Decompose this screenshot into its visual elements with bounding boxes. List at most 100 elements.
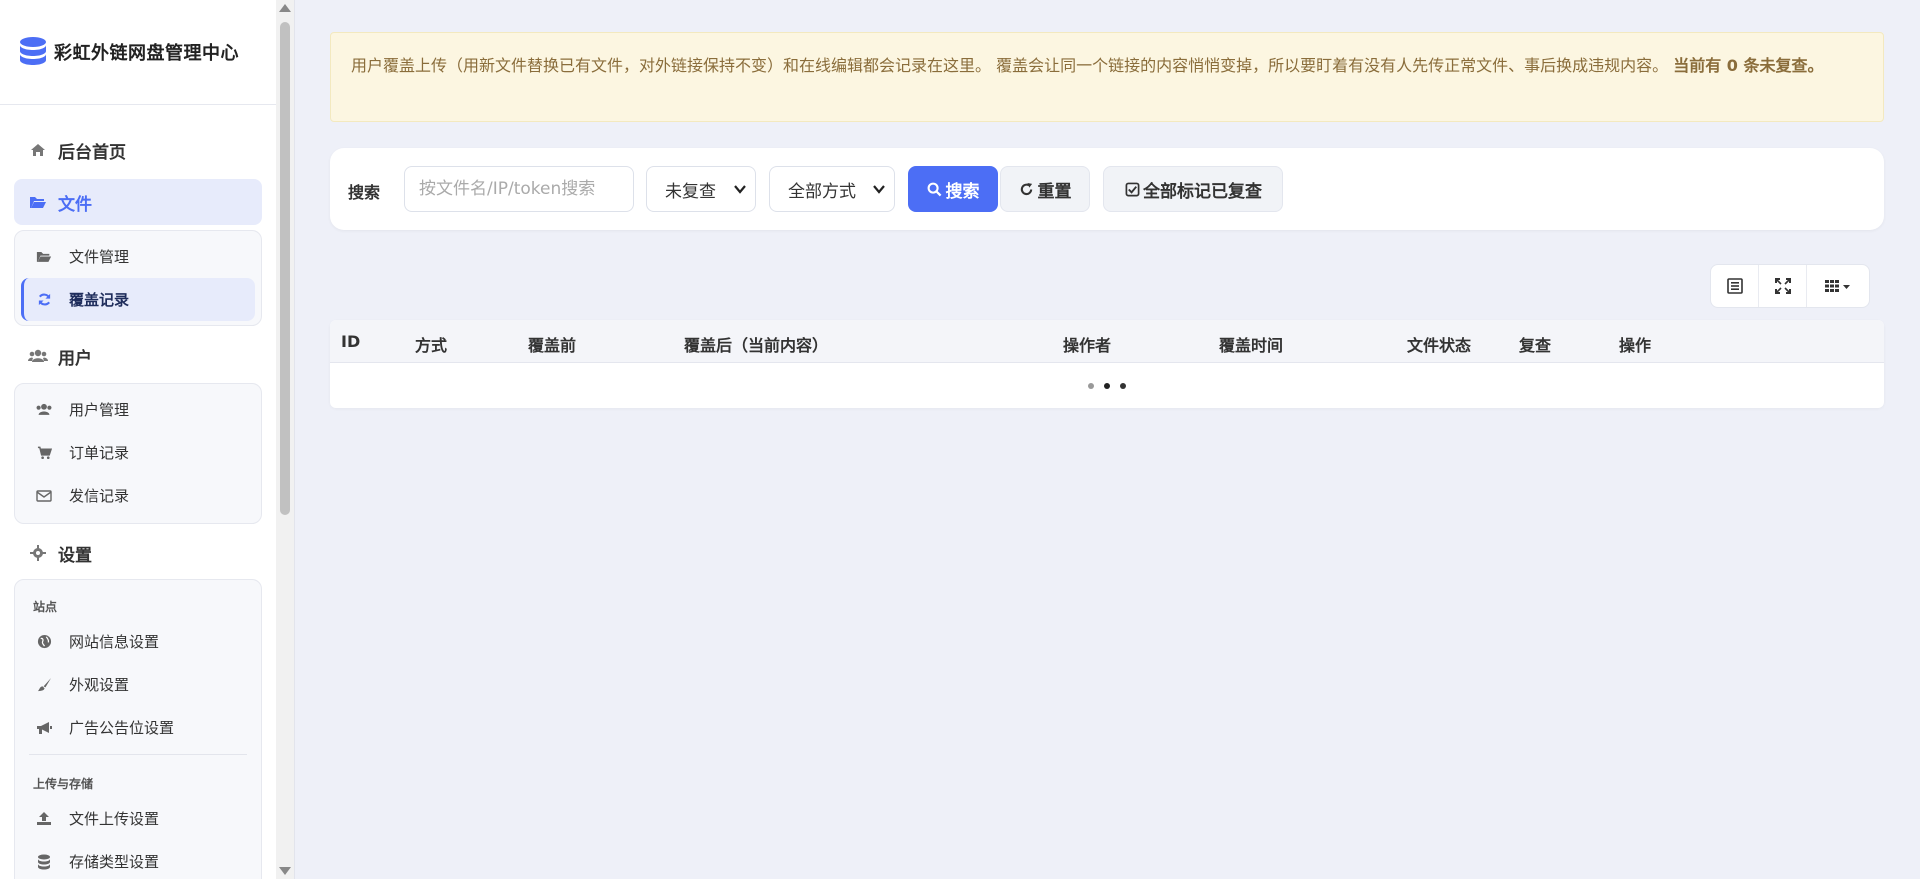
scroll-up-arrow-icon[interactable]	[279, 4, 291, 12]
loading-indicator	[330, 363, 1884, 408]
paint-brush-icon	[35, 676, 53, 694]
sidebar-divider	[294, 0, 295, 879]
info-alert: 用户覆盖上传（用新文件替换已有文件，对外链接保持不变）和在线编辑都会记录在这里。…	[330, 32, 1884, 122]
sidebar-item-storage-settings[interactable]: 存储类型设置	[21, 840, 255, 879]
sidebar-item-upload-settings[interactable]: 文件上传设置	[21, 797, 255, 840]
sidebar-item-overwrite-records[interactable]: 覆盖记录	[21, 278, 255, 321]
mark-all-reviewed-label: 全部标记已复查	[1143, 181, 1262, 202]
cart-icon	[35, 444, 53, 462]
sidebar-item-label: 覆盖记录	[69, 291, 130, 309]
table-header: ID 方式 覆盖前 覆盖后（当前内容） 操作者 覆盖时间 文件状态 复查 操作	[330, 320, 1884, 363]
reset-button-label: 重置	[1037, 181, 1072, 202]
column-header-time[interactable]: 覆盖时间	[1219, 332, 1283, 356]
sidebar-item-label: 文件上传设置	[69, 810, 160, 828]
chevron-down-icon	[873, 185, 885, 194]
search-label: 搜索	[348, 183, 381, 202]
fullscreen-icon	[1774, 278, 1791, 294]
brand[interactable]: 彩虹外链网盘管理中心	[0, 0, 276, 105]
settings-submenu: 站点 网站信息设置 外观设置 广告公告位设置 上传与存储 文件上传设置 存储类型…	[14, 579, 262, 879]
scroll-down-arrow-icon[interactable]	[279, 867, 291, 875]
nav-home[interactable]: 后台首页	[14, 127, 262, 173]
gear-icon	[28, 543, 48, 563]
nav-files[interactable]: 文件	[14, 179, 262, 225]
sidebar-item-label: 文件管理	[69, 248, 130, 266]
method-select[interactable]: 全部方式	[769, 166, 895, 212]
fullscreen-button[interactable]	[1759, 265, 1807, 307]
loading-dot	[1088, 382, 1094, 389]
section-heading-upload: 上传与存储	[33, 777, 94, 791]
sidebar-item-label: 外观设置	[69, 676, 130, 694]
database-logo-icon	[20, 37, 46, 65]
nav-users-label: 用户	[58, 348, 92, 369]
users-submenu: 用户管理 订单记录 发信记录	[14, 383, 262, 524]
sidebar-item-label: 用户管理	[69, 401, 130, 419]
loading-dot	[1120, 382, 1126, 389]
column-header-after[interactable]: 覆盖后（当前内容）	[684, 332, 828, 356]
column-header-method[interactable]: 方式	[415, 332, 447, 356]
column-header-operator[interactable]: 操作者	[1063, 332, 1111, 356]
search-icon	[927, 181, 943, 197]
folder-open-icon	[28, 192, 48, 212]
globe-icon	[35, 633, 53, 651]
records-table: ID 方式 覆盖前 覆盖后（当前内容） 操作者 覆盖时间 文件状态 复查 操作	[330, 320, 1884, 408]
search-button[interactable]: 搜索	[908, 166, 998, 212]
sidebar-item-label: 存储类型设置	[69, 853, 160, 871]
upload-icon	[35, 810, 53, 828]
files-submenu: 文件管理 覆盖记录	[14, 230, 262, 326]
section-heading-site: 站点	[33, 600, 58, 614]
scrollbar-thumb[interactable]	[280, 22, 290, 515]
users-icon	[35, 401, 53, 419]
column-header-id[interactable]: ID	[341, 332, 360, 351]
sidebar-item-file-management[interactable]: 文件管理	[21, 235, 255, 278]
nav-users[interactable]: 用户	[14, 333, 262, 379]
mark-all-reviewed-button[interactable]: 全部标记已复查	[1103, 166, 1283, 212]
loading-dot	[1104, 382, 1110, 389]
nav-settings-label: 设置	[58, 545, 92, 566]
sidebar-item-label: 发信记录	[69, 487, 130, 505]
column-header-file-status[interactable]: 文件状态	[1407, 332, 1471, 356]
sidebar-item-mail-records[interactable]: 发信记录	[21, 474, 255, 517]
review-status-value: 未复查	[665, 181, 716, 202]
sidebar-item-label: 订单记录	[69, 444, 130, 462]
nav-settings[interactable]: 设置	[14, 530, 262, 576]
home-icon	[28, 140, 48, 160]
column-header-review[interactable]: 复查	[1519, 332, 1551, 356]
toggle-view-button[interactable]	[1711, 265, 1759, 307]
brand-name: 彩虹外链网盘管理中心	[54, 43, 239, 64]
rotate-icon	[1019, 181, 1035, 197]
bullhorn-icon	[35, 719, 53, 737]
refresh-icon	[35, 291, 53, 309]
search-button-label: 搜索	[945, 181, 980, 202]
divider	[29, 754, 247, 755]
sidebar-item-user-management[interactable]: 用户管理	[21, 388, 255, 431]
column-header-actions[interactable]: 操作	[1619, 332, 1651, 356]
alert-unreviewed-count: 当前有 0 条未复查。	[1673, 56, 1824, 75]
sidebar-scrollbar[interactable]	[276, 0, 294, 879]
sidebar-item-site-info[interactable]: 网站信息设置	[21, 620, 255, 663]
table-toolbar	[1710, 264, 1870, 308]
check-square-icon	[1124, 181, 1140, 197]
column-header-before[interactable]: 覆盖前	[528, 332, 576, 356]
search-input[interactable]	[404, 166, 634, 212]
method-value: 全部方式	[788, 181, 856, 202]
grid-columns-icon	[1825, 280, 1850, 292]
sidebar-item-label: 网站信息设置	[69, 633, 160, 651]
search-panel: 搜索 未复查 全部方式 搜索 重置 全部标记已复查	[330, 148, 1884, 230]
sidebar-item-order-records[interactable]: 订单记录	[21, 431, 255, 474]
review-status-select[interactable]: 未复查	[646, 166, 756, 212]
database-icon	[35, 853, 53, 871]
nav-files-label: 文件	[58, 194, 92, 215]
chevron-down-icon	[734, 185, 746, 194]
users-icon	[28, 346, 48, 366]
sidebar: 彩虹外链网盘管理中心 后台首页 文件 文件管理 覆盖记录 用户 用户管理 订单记…	[0, 0, 276, 879]
reset-button[interactable]: 重置	[1000, 166, 1090, 212]
envelope-icon	[35, 487, 53, 505]
sidebar-item-label: 广告公告位设置	[69, 719, 175, 737]
columns-dropdown-button[interactable]	[1807, 265, 1869, 307]
sidebar-item-appearance[interactable]: 外观设置	[21, 663, 255, 706]
alert-text: 用户覆盖上传（用新文件替换已有文件，对外链接保持不变）和在线编辑都会记录在这里。…	[351, 56, 1669, 75]
list-view-icon	[1726, 278, 1743, 294]
sidebar-item-ad-settings[interactable]: 广告公告位设置	[21, 706, 255, 749]
folder-open-icon	[35, 248, 53, 266]
nav-home-label: 后台首页	[58, 142, 126, 163]
